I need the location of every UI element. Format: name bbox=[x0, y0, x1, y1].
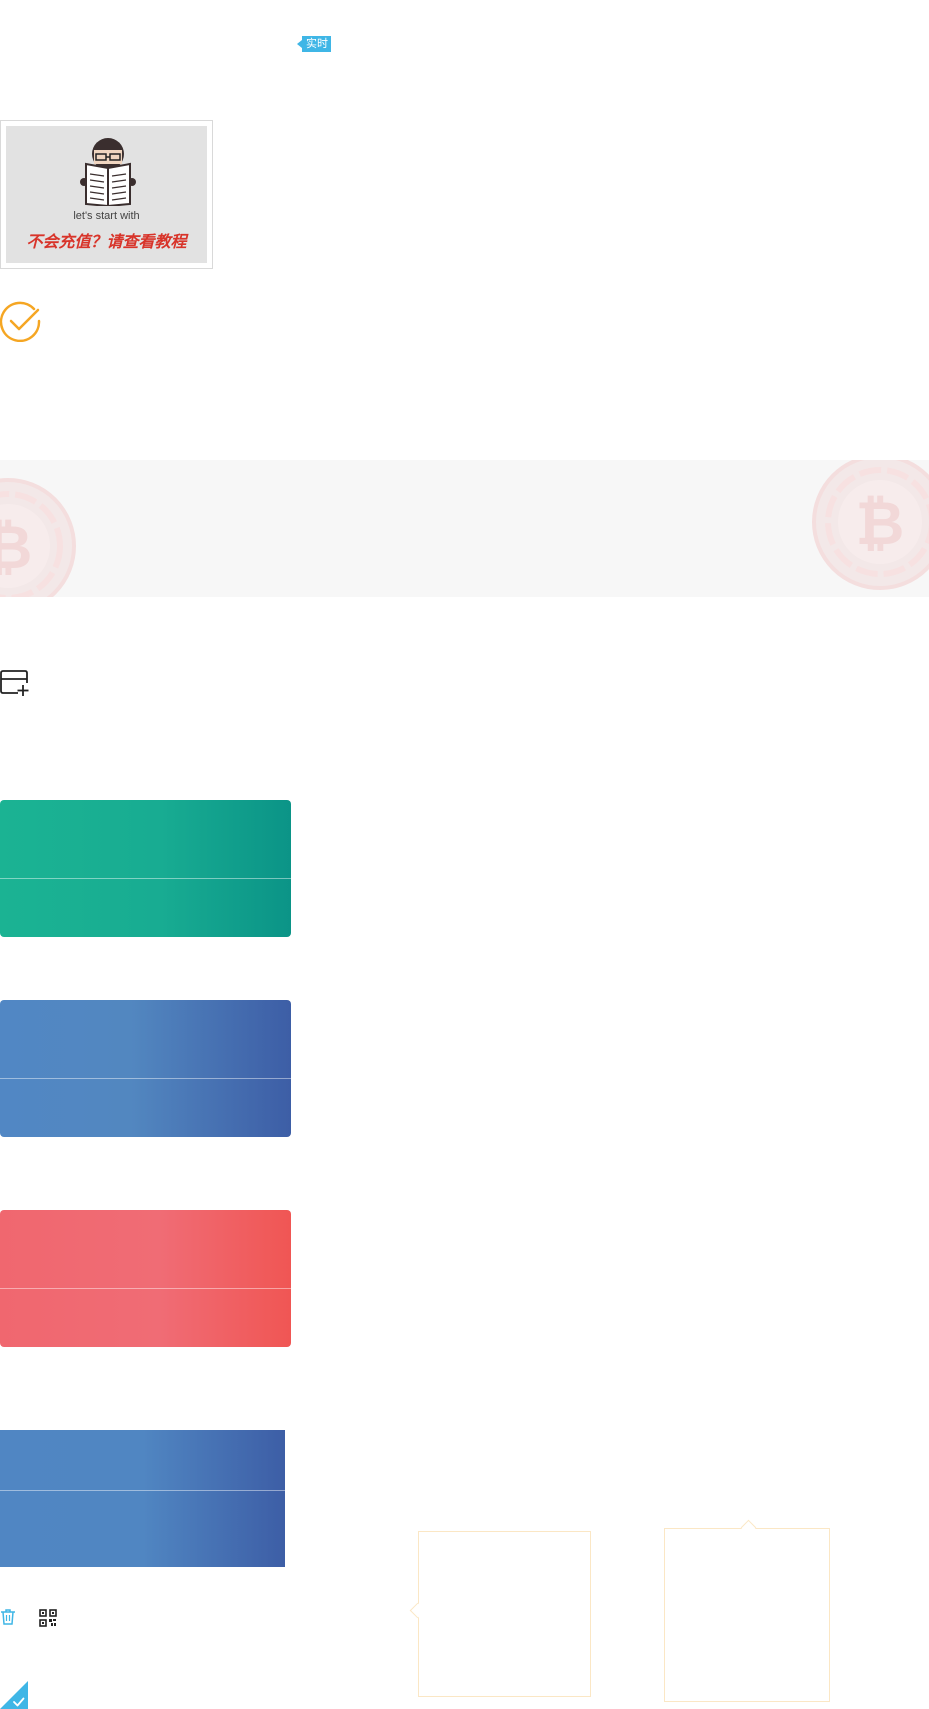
trash-icon[interactable] bbox=[0, 1608, 16, 1626]
tutorial-subtitle: let's start with bbox=[73, 210, 140, 222]
add-card-icon[interactable] bbox=[0, 669, 30, 697]
tutorial-title: 不会充值？请查看教程 bbox=[26, 232, 187, 251]
card-divider bbox=[0, 1288, 291, 1289]
coin-banner: ₿ ₿ bbox=[0, 460, 929, 597]
bitcoin-coin-icon: ₿ bbox=[812, 460, 929, 590]
tutorial-card-inner: let's start with 不会充值？请查看教程 bbox=[6, 126, 207, 263]
popup-frame-right bbox=[664, 1528, 830, 1702]
svg-text:₿: ₿ bbox=[856, 489, 905, 559]
popup-frame-left bbox=[418, 1531, 591, 1697]
realtime-badge-label: 实时 bbox=[306, 38, 328, 50]
newspaper-reader-icon bbox=[80, 138, 136, 206]
card-blue[interactable] bbox=[0, 1000, 291, 1137]
corner-check-icon[interactable] bbox=[0, 1681, 28, 1709]
bitcoin-coin-icon: ₿ bbox=[0, 478, 76, 597]
card-blue-secondary[interactable] bbox=[0, 1430, 285, 1567]
svg-text:₿: ₿ bbox=[0, 513, 32, 583]
card-green[interactable] bbox=[0, 800, 291, 937]
qrcode-icon[interactable] bbox=[39, 1609, 57, 1627]
card-divider bbox=[0, 1490, 285, 1491]
realtime-badge: 实时 bbox=[297, 36, 331, 52]
card-divider bbox=[0, 878, 291, 879]
recharge-tutorial-card[interactable]: let's start with 不会充值？请查看教程 bbox=[0, 120, 213, 269]
card-divider bbox=[0, 1078, 291, 1079]
card-red[interactable] bbox=[0, 1210, 291, 1347]
check-circle-icon[interactable] bbox=[0, 300, 42, 342]
